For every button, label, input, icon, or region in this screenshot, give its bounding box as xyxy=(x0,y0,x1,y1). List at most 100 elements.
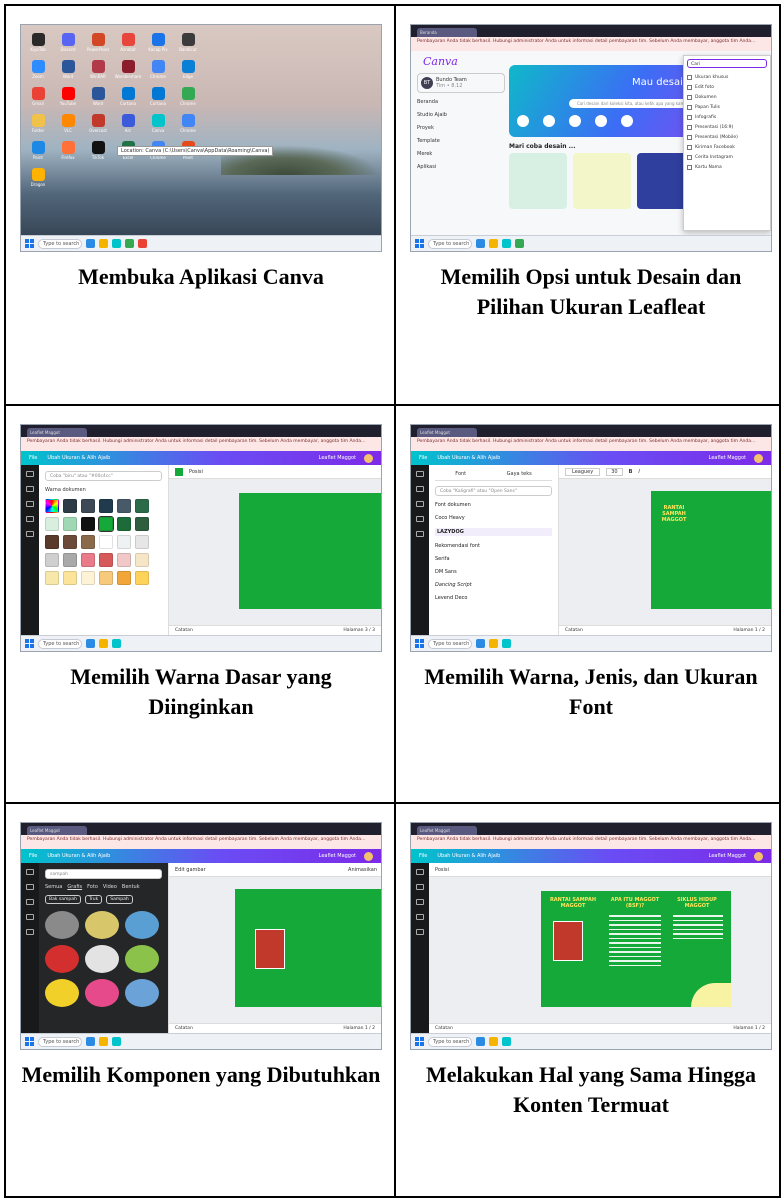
color-swatch[interactable] xyxy=(135,553,149,567)
avatar[interactable] xyxy=(754,453,763,463)
bold-icon[interactable]: B xyxy=(629,469,633,475)
file-menu[interactable]: File xyxy=(29,853,37,859)
desktop-app-icon[interactable]: Cortana xyxy=(147,87,169,114)
desktop-app-icon[interactable]: Chrome xyxy=(177,87,199,114)
browser-tab[interactable]: Leaflet Maggot xyxy=(27,826,87,835)
font-option[interactable]: Dancing Script xyxy=(435,582,552,588)
leaflet-page[interactable] xyxy=(235,889,381,1007)
desktop-app-icon[interactable]: Kacap Pix xyxy=(147,33,169,60)
leaflet-heading[interactable]: RANTAI SAMPAH MAGGOT xyxy=(657,505,691,523)
taskbar-app-icon[interactable] xyxy=(502,239,511,248)
font-size-input[interactable]: 30 xyxy=(606,467,623,476)
desktop-app-icon[interactable]: Chrome xyxy=(147,60,169,87)
fill-color-button[interactable] xyxy=(175,467,183,476)
color-search-input[interactable]: Coba "biru" atau "#00c4cc" xyxy=(45,471,162,481)
page-indicator[interactable]: Halaman 1 / 2 xyxy=(733,628,765,633)
design-icon[interactable] xyxy=(416,471,424,477)
element-thumbnail[interactable] xyxy=(45,945,79,973)
brand-icon[interactable] xyxy=(26,516,34,522)
windows-start-icon[interactable] xyxy=(25,239,34,248)
tab-videos[interactable]: Video xyxy=(103,884,117,890)
color-swatch[interactable] xyxy=(45,517,59,531)
taskbar-app-icon[interactable] xyxy=(99,239,108,248)
taskbar-app-icon[interactable] xyxy=(515,239,524,248)
team-switcher[interactable]: BT Bundo Team Tim • 8.12 xyxy=(417,73,505,93)
document-title[interactable]: Leaflet Maggot xyxy=(319,455,356,461)
desktop-app-icon[interactable]: Dragon xyxy=(27,168,49,195)
apps-icon[interactable] xyxy=(416,929,424,935)
text-icon[interactable] xyxy=(416,501,424,507)
taskbar-app-icon[interactable] xyxy=(489,239,498,248)
leaflet-heading[interactable]: RANTAI SAMPAH MAGGOT xyxy=(545,897,601,909)
leaflet-page[interactable]: RANTAI SAMPAH MAGGOT APA ITU MAGGOT (BSF… xyxy=(541,891,731,1007)
desktop-app-icon[interactable]: PowerPoint xyxy=(87,33,109,60)
sidebar-item-beranda[interactable]: Beranda xyxy=(417,99,505,105)
tab-font[interactable]: Font xyxy=(455,471,466,477)
element-thumbnail[interactable] xyxy=(45,911,79,939)
color-swatch[interactable] xyxy=(81,499,95,513)
elements-search-input[interactable]: sampah xyxy=(45,869,162,879)
quick-action-icon[interactable] xyxy=(569,115,581,127)
taskbar-app-icon[interactable] xyxy=(99,639,108,648)
windows-start-icon[interactable] xyxy=(415,239,424,248)
desktop-app-icon[interactable]: Zoom xyxy=(27,60,49,87)
resize-button[interactable]: Ubah Ukuran & Alih Ajaib xyxy=(47,853,110,859)
trash-bin-graphic[interactable] xyxy=(553,921,583,961)
windows-start-icon[interactable] xyxy=(25,639,34,648)
sidebar-item-template[interactable]: Template xyxy=(417,138,505,144)
tab-all[interactable]: Semua xyxy=(45,884,62,890)
design-icon[interactable] xyxy=(416,869,424,875)
color-swatch[interactable] xyxy=(98,516,114,532)
windows-start-icon[interactable] xyxy=(415,639,424,648)
taskbar-app-icon[interactable] xyxy=(502,1037,511,1046)
element-thumbnail[interactable] xyxy=(45,979,79,1007)
taskbar-app-icon[interactable] xyxy=(112,239,121,248)
file-menu[interactable]: File xyxy=(419,455,427,461)
desktop-app-icon[interactable]: Discord xyxy=(57,33,79,60)
edit-image-button[interactable]: Edit gambar xyxy=(175,867,206,873)
brand-icon[interactable] xyxy=(416,516,424,522)
dropdown-item[interactable]: Cerita Instagram xyxy=(687,152,767,162)
taskbar-app-icon[interactable] xyxy=(112,1037,121,1046)
elements-icon[interactable] xyxy=(26,884,34,890)
color-swatch[interactable] xyxy=(135,571,149,585)
text-icon[interactable] xyxy=(26,899,34,905)
dropdown-item[interactable]: Presentasi (Mobile) xyxy=(687,132,767,142)
taskbar-search[interactable]: Type to search xyxy=(428,638,472,649)
browser-tab[interactable]: Beranda xyxy=(417,28,477,37)
chip[interactable]: Truk xyxy=(84,895,103,904)
taskbar-search[interactable]: Type to search xyxy=(38,1036,82,1047)
position-button[interactable]: Posisi xyxy=(189,469,203,475)
desktop-app-icon[interactable]: KiyoTab xyxy=(27,33,49,60)
desktop-app-icon[interactable]: Chrome xyxy=(177,114,199,141)
color-swatch[interactable] xyxy=(117,517,131,531)
avatar[interactable] xyxy=(364,851,373,861)
taskbar-app-icon[interactable] xyxy=(112,639,121,648)
color-swatch[interactable] xyxy=(99,553,113,567)
chip[interactable]: Sampah xyxy=(106,895,133,904)
desktop-app-icon[interactable]: Cortana xyxy=(117,87,139,114)
quick-action-icon[interactable] xyxy=(621,115,633,127)
color-swatch[interactable] xyxy=(117,571,131,585)
elements-icon[interactable] xyxy=(416,486,424,492)
dropdown-item[interactable]: Presentasi (16:9) xyxy=(687,122,767,132)
color-swatch[interactable] xyxy=(45,553,59,567)
font-option-selected[interactable]: LAZYDOG xyxy=(435,528,552,536)
desktop-app-icon[interactable]: Canva xyxy=(147,114,169,141)
font-search-input[interactable]: Coba "Kaligrafi" atau "Open Sans" xyxy=(435,486,552,496)
template-card[interactable] xyxy=(509,153,567,209)
desktop-app-icon[interactable]: WinRAR xyxy=(87,60,109,87)
dropdown-item[interactable]: Kartu Nama xyxy=(687,162,767,172)
browser-tab[interactable]: Leaflet Maggot xyxy=(27,428,87,437)
taskbar-app-icon[interactable] xyxy=(86,239,95,248)
element-thumbnail[interactable] xyxy=(125,911,159,939)
taskbar-app-icon[interactable] xyxy=(502,639,511,648)
quick-action-icon[interactable] xyxy=(543,115,555,127)
notes-button[interactable]: Catatan xyxy=(435,1026,453,1031)
dropdown-item[interactable]: Kiriman Facebook xyxy=(687,142,767,152)
windows-start-icon[interactable] xyxy=(25,1037,34,1046)
element-thumbnail[interactable] xyxy=(125,979,159,1007)
desktop-app-icon[interactable]: VLC xyxy=(57,114,79,141)
dropdown-search-input[interactable]: Cari xyxy=(687,59,767,68)
document-title[interactable]: Leaflet Maggot xyxy=(709,455,746,461)
